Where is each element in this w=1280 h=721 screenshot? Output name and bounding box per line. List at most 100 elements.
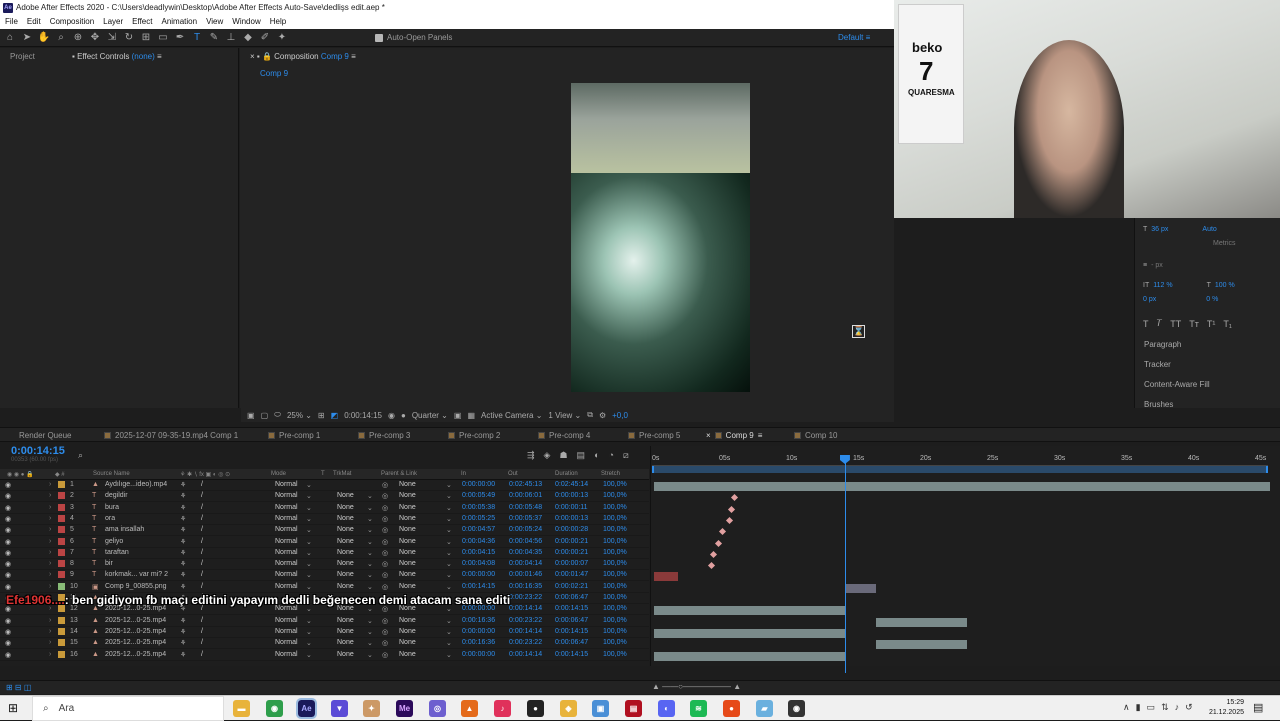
label-color-swatch[interactable] <box>58 627 65 635</box>
pick-whip-icon[interactable]: ◎ <box>382 628 388 636</box>
all-caps-icon[interactable]: TT <box>1170 319 1181 329</box>
anchor-tool-icon[interactable]: ⊞ <box>139 31 153 45</box>
parent-dropdown[interactable]: None <box>399 549 416 556</box>
pick-whip-icon[interactable]: ◎ <box>382 526 388 534</box>
layer-row[interactable]: ◉ › 15 ▲ 2025-12...0-25.mp4 ⚘ / Normal ⌄ None ⌄ ◎ No… <box>0 638 649 650</box>
shy-switch-icon[interactable]: ⚘ <box>180 504 186 512</box>
blend-mode-dropdown[interactable]: Normal <box>275 538 298 545</box>
vpn-icon[interactable]: ▼ <box>331 700 348 717</box>
kerning-value[interactable]: Metrics <box>1213 240 1236 247</box>
header-out[interactable]: Out <box>508 471 518 477</box>
label-color-swatch[interactable] <box>58 560 65 568</box>
visibility-eye-icon[interactable]: ◉ <box>5 639 11 647</box>
visibility-eye-icon[interactable]: ◉ <box>5 560 11 568</box>
layer-duration-bar[interactable] <box>654 628 845 638</box>
always-preview-icon[interactable]: ▣ <box>247 411 255 420</box>
blend-mode-dropdown[interactable]: Normal <box>275 571 298 578</box>
spotify-icon[interactable]: ≋ <box>690 700 707 717</box>
channel-icon[interactable]: ● <box>401 411 406 420</box>
visibility-eye-icon[interactable]: ◉ <box>5 515 11 523</box>
header-parent[interactable]: Parent & Link <box>381 471 417 477</box>
file-explorer-icon[interactable]: ▬ <box>233 700 250 717</box>
vscale-row[interactable]: IT 112 % T 100 % <box>1143 282 1235 289</box>
parent-dropdown[interactable]: None <box>399 628 416 635</box>
stretch-value[interactable]: 100,0% <box>603 549 627 556</box>
kerning-row[interactable]: Metrics <box>1213 240 1236 247</box>
in-point[interactable]: 0:00:16:36 <box>462 617 495 624</box>
expand-chevron-icon[interactable]: › <box>49 651 51 658</box>
notifications-icon[interactable]: ▤ <box>1253 701 1263 714</box>
parent-dropdown[interactable]: None <box>399 560 416 567</box>
duration-value[interactable]: 0:02:45:14 <box>555 481 588 488</box>
composition-viewer[interactable] <box>571 83 750 392</box>
out-point[interactable]: 0:00:05:24 <box>509 526 542 533</box>
duration-value[interactable]: 0:00:02:21 <box>555 583 588 590</box>
label-color-swatch[interactable] <box>58 639 65 647</box>
quality-switch-icon[interactable]: / <box>201 481 203 488</box>
visibility-eye-icon[interactable]: ◉ <box>5 549 11 557</box>
out-point[interactable]: 0:00:01:46 <box>509 571 542 578</box>
tray-battery-icon[interactable]: ▭ <box>1147 702 1156 713</box>
timeline-timecode[interactable]: 0:00:14:15 <box>11 445 65 457</box>
auto-open-panels-toggle[interactable]: Auto-Open Panels <box>375 33 452 42</box>
render-icon[interactable]: ⚙ <box>599 411 606 420</box>
expand-chevron-icon[interactable]: › <box>49 526 51 533</box>
layer-duration-bar[interactable] <box>654 651 845 661</box>
vlc-icon[interactable]: ▲ <box>461 700 478 717</box>
stretch-value[interactable]: 100,0% <box>603 560 627 567</box>
layer-name[interactable]: 2025-12...0-25.mp4 <box>105 617 166 624</box>
expand-chevron-icon[interactable]: › <box>49 639 51 646</box>
parent-dropdown[interactable]: None <box>399 481 416 488</box>
layer-row[interactable]: ◉ › 13 ▲ 2025-12...0-25.mp4 ⚘ / Normal ⌄ None ⌄ ◎ No… <box>0 616 649 627</box>
time-ruler[interactable]: 0s 05s 10s 15s 20s 25s 30s 35s 40s 45s <box>652 453 1268 466</box>
out-point[interactable]: 0:00:05:48 <box>509 504 542 511</box>
comp-breadcrumb[interactable]: Comp 9 <box>260 69 288 78</box>
blend-mode-dropdown[interactable]: Normal <box>275 639 298 646</box>
panel-tracker[interactable]: Tracker <box>1144 360 1171 369</box>
capcut-icon[interactable]: ♪ <box>494 700 511 717</box>
stretch-value[interactable]: 100,0% <box>603 583 627 590</box>
font-size-row[interactable]: T 36 px Auto <box>1143 226 1217 233</box>
eraser-tool-icon[interactable]: ◆ <box>241 31 255 45</box>
duration-value[interactable]: 0:00:06:47 <box>555 617 588 624</box>
pick-whip-icon[interactable]: ◎ <box>382 583 388 591</box>
out-point[interactable]: 0:00:04:35 <box>509 549 542 556</box>
pick-whip-icon[interactable]: ◎ <box>382 560 388 568</box>
duration-value[interactable]: 0:00:14:15 <box>555 605 588 612</box>
blend-mode-dropdown[interactable]: Normal <box>275 560 298 567</box>
after-effects-taskbar-icon[interactable]: Ae <box>296 698 317 719</box>
parent-dropdown[interactable]: None <box>399 526 416 533</box>
shy-switch-icon[interactable]: ⚘ <box>180 538 186 546</box>
shy-switch-icon[interactable]: ⚘ <box>180 549 186 557</box>
baseline-row[interactable]: 0 px 0 % <box>1143 296 1218 303</box>
zoom-slider[interactable]: ▲ ——○—————— ▲ <box>652 682 741 691</box>
shy-switch-icon[interactable]: ⚘ <box>180 571 186 579</box>
taskbar-clock[interactable]: 15:29 21.12.2025 <box>1196 698 1244 718</box>
notes-icon[interactable]: ▰ <box>756 700 773 717</box>
visibility-eye-icon[interactable]: ◉ <box>5 628 11 636</box>
windows-start-icon[interactable]: ⊞ <box>8 702 21 715</box>
quality-switch-icon[interactable]: / <box>201 560 203 567</box>
out-point[interactable]: 0:00:23:22 <box>509 639 542 646</box>
quality-switch-icon[interactable]: / <box>201 515 203 522</box>
track-matte-dropdown[interactable]: None <box>337 515 354 522</box>
shy-switch-icon[interactable]: ⚘ <box>180 526 186 534</box>
tab-precomp-3[interactable]: Pre-comp 3 <box>358 431 410 440</box>
clone-tool-icon[interactable]: ⊥ <box>224 31 238 45</box>
track-matte-dropdown[interactable]: None <box>337 639 354 646</box>
tab-precomp-2[interactable]: Pre-comp 2 <box>448 431 500 440</box>
auto-open-checkbox[interactable] <box>375 33 383 42</box>
chrome-icon[interactable]: ◉ <box>266 700 283 717</box>
track-matte-dropdown[interactable]: None <box>337 583 354 590</box>
track-matte-dropdown[interactable]: None <box>337 571 354 578</box>
layer-name[interactable]: 2025-12...0-25.mp4 <box>105 628 166 635</box>
duration-value[interactable]: 0:00:00:11 <box>555 504 588 511</box>
expand-chevron-icon[interactable]: › <box>49 571 51 578</box>
tray-network-icon[interactable]: ⇅ <box>1161 702 1169 713</box>
layer-duration-bar[interactable] <box>654 572 678 582</box>
layer-row[interactable]: ◉ › 1 ▲ Aydılıge...ideo).mp4 ⚘ / Normal ⌄ ◎ None ⌄ 0… <box>0 480 649 491</box>
duration-value[interactable]: 0:00:06:47 <box>555 639 588 646</box>
hscale-value[interactable]: 100 % <box>1215 282 1235 289</box>
quality-switch-icon[interactable]: / <box>201 526 203 533</box>
label-color-swatch[interactable] <box>58 616 65 624</box>
